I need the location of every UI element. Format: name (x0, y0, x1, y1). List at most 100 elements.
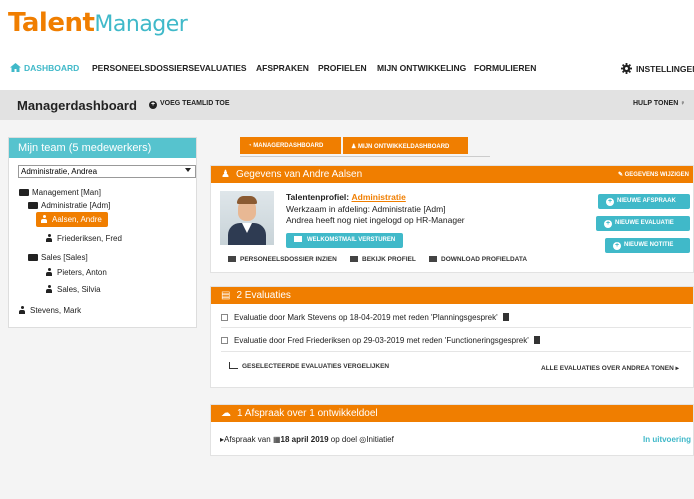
tree-label: Aalsen, Andre (52, 215, 102, 224)
caret-right-icon: ▸ (675, 365, 679, 372)
tab-label: MANAGERDASHBOARD (253, 143, 324, 149)
view-profile-label: BEKIJK PROFIEL (362, 256, 416, 263)
evaluation-row[interactable]: Evaluatie door Fred Friederiksen op 29-0… (221, 336, 540, 345)
nav-afspraken[interactable]: AFSPRAKEN (256, 63, 309, 73)
person-icon (19, 306, 25, 314)
pdf-icon[interactable] (533, 336, 540, 344)
folder-icon (28, 202, 38, 209)
person-icon: ♟ (351, 144, 359, 150)
nav-dashboard-label: DASHBOARD (24, 63, 80, 73)
page-title: Managerdashboard (17, 98, 137, 113)
plus-icon: + (606, 198, 614, 206)
status-badge: In uitvoering (643, 435, 691, 444)
evaluations-header-label: 2 Evaluaties (236, 290, 291, 301)
new-note-label: NIEUWE NOTITIE (624, 242, 674, 248)
view-profile-link[interactable]: BEKIJK PROFIEL (350, 256, 416, 263)
top-bar: TalentManager DASHBOARD PERSONEELSDOSSIE… (0, 0, 694, 90)
main-nav: DASHBOARD PERSONEELSDOSSIERS EVALUATIES … (0, 60, 694, 76)
nav-instellingen-label: INSTELLINGEN (636, 64, 694, 74)
view-dossier-link[interactable]: PERSONEELSDOSSIER INZIEN (228, 256, 337, 263)
tree-person-pieters[interactable]: Pieters, Anton (46, 268, 107, 277)
all-evaluations-label: ALLE EVALUATIES OVER ANDREA TONEN (541, 365, 674, 372)
welcome-mail-button[interactable]: WELKOMSTMAIL VERSTUREN (286, 233, 404, 248)
logo-suffix: Manager (94, 12, 188, 37)
tree-label: Administratie [Adm] (41, 201, 111, 210)
evaluation-checkbox[interactable] (221, 337, 228, 344)
profile-header: ♟ Gegevens van Andre Aalsen ✎ GEGEVENS WIJ… (211, 166, 693, 183)
evaluation-text: Evaluatie door Fred Friederiksen op 29-0… (234, 336, 529, 345)
gear-icon (621, 63, 632, 74)
login-status-text: Andrea heeft nog niet ingelogd op HR-Man… (286, 215, 465, 225)
appointments-header: ☁ 1 Afspraak over 1 ontwikkeldoel (211, 405, 693, 422)
new-appointment-button[interactable]: + NIEUWE AFSPRAAK (598, 194, 690, 209)
all-evaluations-link[interactable]: ALLE EVALUATIES OVER ANDREA TONEN ▸ (541, 364, 679, 372)
new-appointment-label: NIEUWE AFSPRAAK (617, 198, 676, 204)
department-text: Werkzaam in afdeling: Administratie [Adm… (286, 203, 446, 214)
nav-evaluaties[interactable]: EVALUATIES (194, 63, 247, 73)
tab-mijn-ontwikkeldashboard[interactable]: ♟ MIJN ONTWIKKELDASHBOARD (343, 137, 468, 154)
tab-managerdashboard[interactable]: ◔ MANAGERDASHBOARD (240, 137, 341, 154)
plus-icon: + (149, 101, 157, 109)
bar-chart-icon (229, 362, 238, 369)
new-note-button[interactable]: + NIEUWE NOTITIE (605, 238, 690, 253)
lightbulb-icon: ♀ (680, 100, 686, 107)
tree-person-friederiksen[interactable]: Friederiksen, Fred (46, 234, 122, 243)
new-evaluation-button[interactable]: + NIEUWE EVALUATIE (596, 216, 690, 231)
nav-personeelsdossiers[interactable]: PERSONEELSDOSSIERS (92, 63, 194, 73)
tree-person-stevens[interactable]: Stevens, Mark (19, 306, 81, 315)
nav-profielen[interactable]: PROFIELEN (318, 63, 367, 73)
edit-data-button[interactable]: ✎ GEGEVENS WIJZIGEN (618, 171, 689, 178)
help-button[interactable]: HULP TONEN ♀ (633, 100, 685, 107)
new-evaluation-label: NIEUWE EVALUATIE (615, 220, 674, 226)
tab-divider (240, 156, 490, 157)
avatar (220, 191, 274, 245)
divider (221, 351, 691, 352)
comments-icon: ☁ (221, 408, 231, 419)
person-icon (46, 268, 52, 276)
pdf-icon[interactable] (502, 313, 509, 321)
calendar-icon: ▦ (272, 435, 281, 444)
nav-mijn-ontwikkeling[interactable]: MIJN ONTWIKKELING (377, 63, 466, 73)
evaluations-header: ▤ 2 Evaluaties (211, 287, 693, 304)
nav-instellingen[interactable]: INSTELLINGEN (621, 63, 694, 74)
tree-label: Stevens, Mark (30, 306, 82, 315)
appointments-header-label: 1 Afspraak over 1 ontwikkeldoel (237, 408, 378, 419)
logo-main: Talent (8, 8, 95, 38)
tree-person-sales[interactable]: Sales, Silvia (46, 285, 101, 294)
tree-label: Sales [Sales] (41, 253, 88, 262)
tree-label: Friederiksen, Fred (57, 234, 122, 243)
help-label: HULP TONEN (633, 100, 679, 107)
compare-evaluations-link[interactable]: GESELECTEERDE EVALUATIES VERGELIJKEN (229, 362, 389, 370)
plus-icon: + (613, 242, 621, 250)
appointment-prefix: Afspraak van (224, 435, 271, 444)
appointments-panel: ☁ 1 Afspraak over 1 ontwikkeldoel ▸Afspra… (210, 404, 694, 456)
appointment-mid: op doel (330, 435, 358, 444)
team-tree: Management [Man] Administratie [Adm] Aal… (9, 138, 198, 329)
add-team-member-button[interactable]: + VOEG TEAMLID TOE (149, 100, 230, 109)
tree-folder-sales[interactable]: Sales [Sales] (28, 253, 88, 262)
envelope-icon (294, 236, 302, 242)
tree-folder-administratie[interactable]: Administratie [Adm] (28, 201, 110, 210)
tree-label: Sales, Silvia (57, 285, 101, 294)
folder-icon (28, 254, 38, 261)
evaluation-row[interactable]: Evaluatie door Mark Stevens op 18-04-201… (221, 313, 509, 322)
folder-icon (228, 256, 236, 262)
tree-folder-management[interactable]: Management [Man] (19, 188, 101, 197)
appointment-row[interactable]: ▸Afspraak van ▦18 april 2019 op doel ◎In… (220, 435, 394, 444)
person-icon (46, 234, 52, 242)
person-icon (46, 285, 52, 293)
logo[interactable]: TalentManager (8, 8, 188, 38)
folder-icon (19, 189, 29, 196)
appointment-goal: Initiatief (366, 435, 394, 444)
plus-icon: + (604, 220, 612, 228)
evaluation-checkbox[interactable] (221, 314, 228, 321)
profile-link[interactable]: Administratie (352, 192, 406, 202)
profile-label: Talentenprofiel: (286, 192, 350, 202)
evaluations-panel: ▤ 2 Evaluaties Evaluatie door Mark Steven… (210, 286, 694, 388)
edit-data-label: GEGEVENS WIJZIGEN (624, 172, 689, 178)
nav-dashboard[interactable]: DASHBOARD (10, 63, 79, 73)
tree-person-aalsen[interactable]: Aalsen, Andre (36, 212, 108, 227)
nav-formulieren[interactable]: FORMULIEREN (474, 63, 536, 73)
pencil-icon: ✎ (617, 172, 625, 178)
download-profile-link[interactable]: DOWNLOAD PROFIELDATA (429, 256, 527, 263)
